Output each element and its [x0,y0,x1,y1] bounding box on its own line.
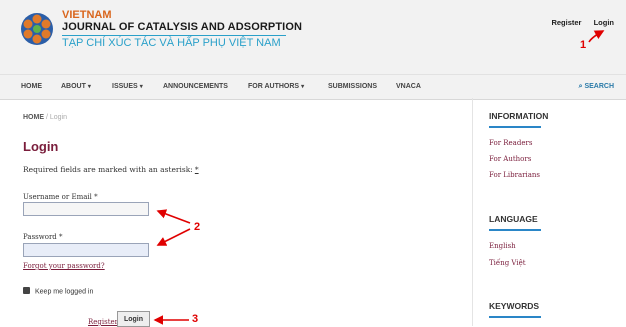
annotation-arrow-2a [156,209,191,224]
annotation-number-3: 3 [192,313,199,325]
annotation-arrow-1 [588,30,605,43]
annotation-number-2: 2 [194,221,201,233]
annotation-arrow-2b [156,228,191,246]
annotation-number-1: 1 [580,39,587,51]
annotation-arrows [153,30,605,325]
